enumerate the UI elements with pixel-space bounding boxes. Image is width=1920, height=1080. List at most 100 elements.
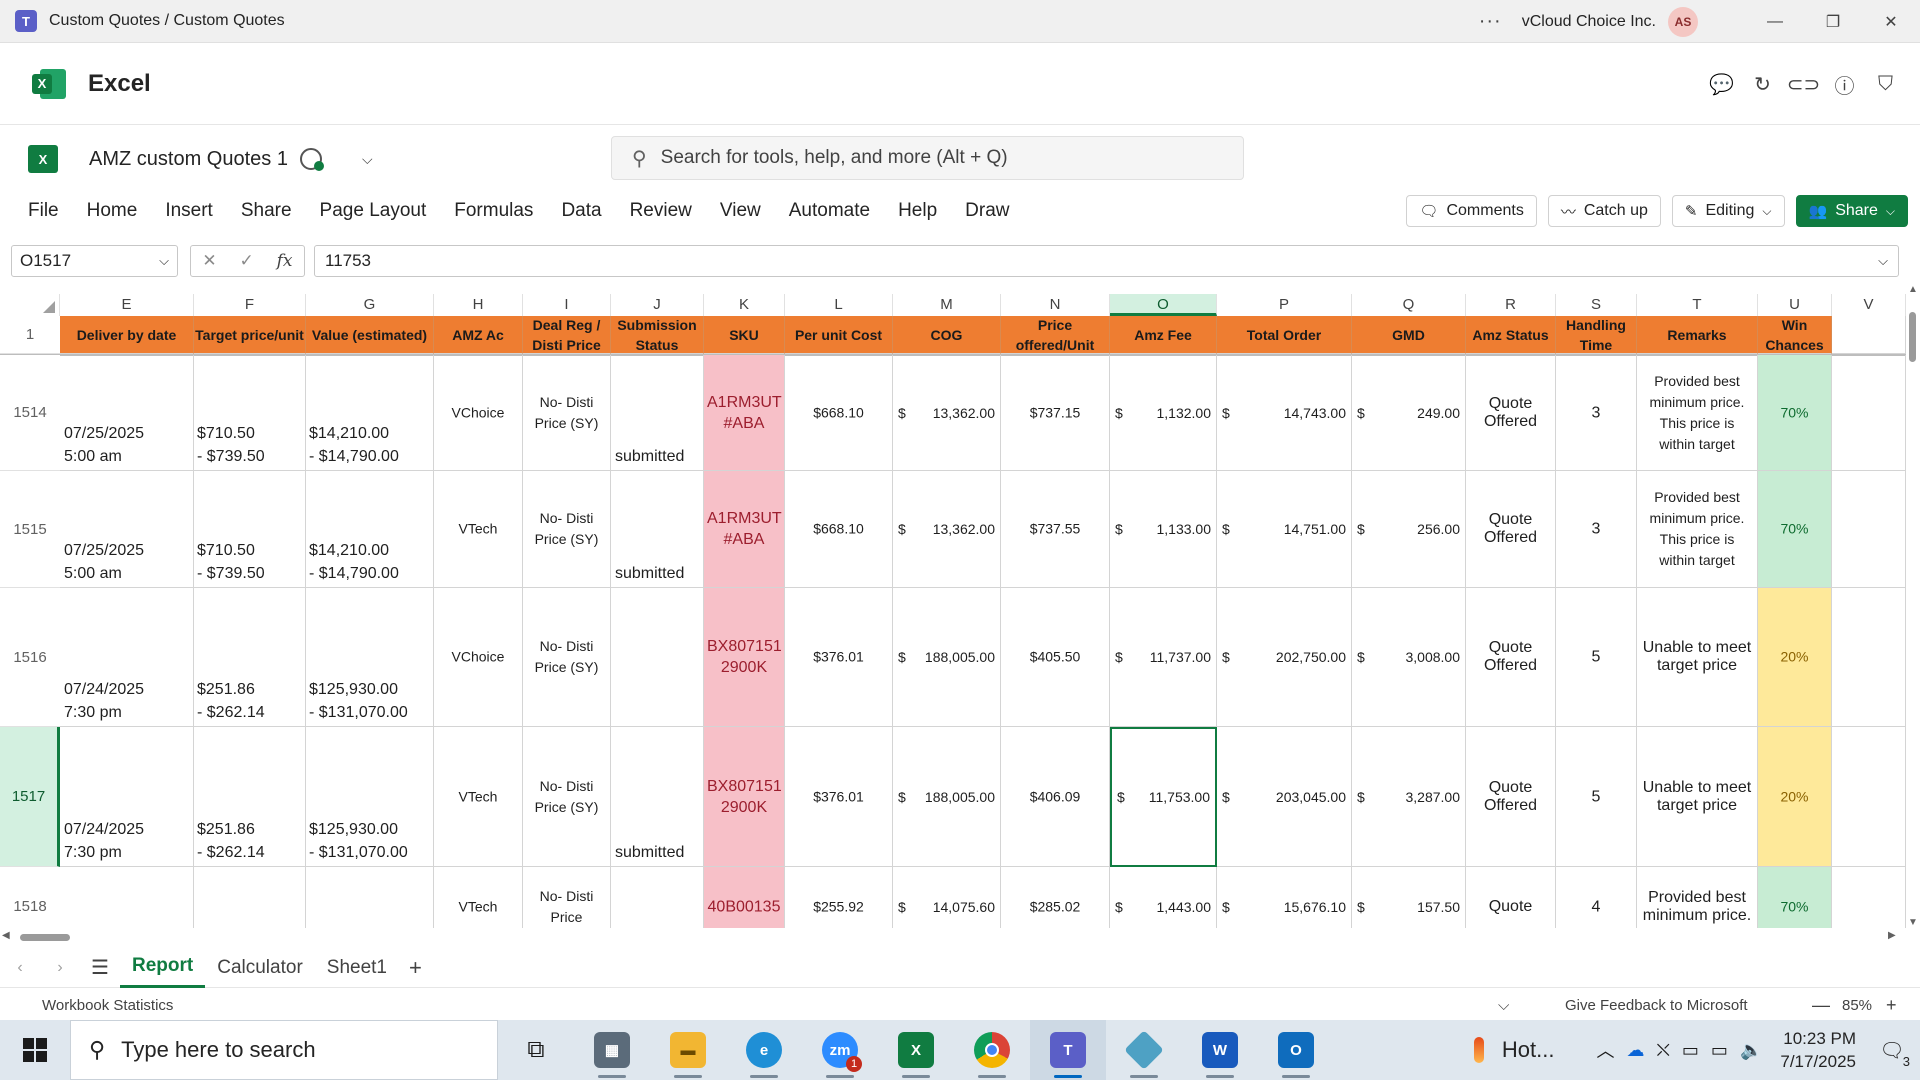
cell-amz-fee[interactable]: $1,132.00 (1110, 355, 1217, 471)
cell-amz-status[interactable]: Quote Offered (1466, 355, 1556, 471)
tab-draw[interactable]: Draw (951, 200, 1023, 222)
catch-up-button[interactable]: 〰 Catch up (1547, 195, 1661, 227)
column-header-f[interactable]: F (194, 294, 306, 316)
tab-review[interactable]: Review (616, 200, 706, 222)
document-name[interactable]: AMZ custom Quotes 1 (89, 148, 288, 171)
column-header-q[interactable]: Q (1352, 294, 1466, 316)
link-icon[interactable]: ⊂⊃ (1783, 72, 1824, 97)
cell-total-order[interactable]: $203,045.00 (1217, 727, 1352, 867)
header-cell[interactable]: GMD (1352, 316, 1466, 354)
cell-submission-status[interactable]: submitted (611, 727, 704, 867)
cell-gmd[interactable]: $157.50 (1352, 867, 1466, 934)
cell-remarks[interactable]: Unable to meet target price (1637, 588, 1758, 727)
cell-submission-status[interactable]: submitted (611, 471, 704, 588)
cell-win-chances[interactable]: 70% (1758, 471, 1832, 588)
network-alert-icon[interactable]: ⛌ (1656, 1040, 1669, 1061)
search-input[interactable] (660, 147, 1201, 169)
name-box[interactable]: O1517 ⌵ (11, 245, 178, 277)
cell-amz-fee[interactable]: $11,753.00 (1110, 727, 1217, 867)
cell-submission-status[interactable] (611, 867, 704, 934)
cell-deal-reg[interactable]: No- Disti Price (SY) (523, 588, 611, 727)
cell-amz-fee[interactable]: $1,133.00 (1110, 471, 1217, 588)
column-header-m[interactable]: M (893, 294, 1001, 316)
cell-per-unit-cost[interactable]: $255.92 (785, 867, 893, 934)
cell-gmd[interactable]: $3,008.00 (1352, 588, 1466, 727)
cell-amz-ac[interactable]: VTech (434, 471, 523, 588)
column-header-v[interactable]: V (1832, 294, 1906, 316)
empty-cell[interactable] (1832, 727, 1906, 867)
header-cell[interactable]: Total Order (1217, 316, 1352, 354)
header-cell[interactable]: Amz Fee (1110, 316, 1217, 354)
column-header-k[interactable]: K (704, 294, 785, 316)
zoom-app-icon[interactable]: zm 1 (802, 1020, 878, 1080)
cell-handling-time[interactable]: 3 (1556, 355, 1637, 471)
cell-submission-status[interactable] (611, 588, 704, 727)
cell-target-price[interactable]: $251.86 - $262.14 (194, 727, 306, 867)
cell-remarks[interactable]: Provided best minimum price. (1637, 867, 1758, 934)
cell-price-offered[interactable]: $405.50 (1001, 588, 1110, 727)
cell-deliver-by-date[interactable]: 07/25/2025 5:00 am (60, 355, 194, 471)
column-header-s[interactable]: S (1556, 294, 1637, 316)
chevron-down-icon[interactable]: ⌵ (1498, 997, 1509, 1014)
minimize-icon[interactable]: — (1746, 0, 1804, 43)
feedback-link[interactable]: Give Feedback to Microsoft (1565, 997, 1748, 1014)
header-cell[interactable]: Remarks (1637, 316, 1758, 354)
refresh-icon[interactable]: ↻ (1742, 72, 1783, 97)
cell-deal-reg[interactable]: No- Disti Price (523, 867, 611, 934)
notification-icon[interactable]: 🗨 3 (1870, 1038, 1914, 1069)
tab-data[interactable]: Data (547, 200, 615, 222)
cell-deliver-by-date[interactable] (60, 867, 194, 934)
header-cell[interactable]: AMZ Ac (434, 316, 523, 354)
zoom-in-icon[interactable]: + (1886, 995, 1897, 1016)
header-cell[interactable]: COG (893, 316, 1001, 354)
header-cell[interactable]: Amz Status (1466, 316, 1556, 354)
weather-widget[interactable]: Hot... (1473, 1037, 1554, 1063)
cell-total-order[interactable]: $14,751.00 (1217, 471, 1352, 588)
row-header[interactable]: 1516 (0, 588, 60, 727)
windows-start-icon[interactable] (0, 1020, 70, 1080)
cell-deliver-by-date[interactable]: 07/24/2025 7:30 pm (60, 588, 194, 727)
cell-amz-ac[interactable]: VTech (434, 727, 523, 867)
expand-formula-icon[interactable]: ⌵ (1878, 253, 1888, 269)
cell-handling-time[interactable]: 3 (1556, 471, 1637, 588)
zoom-out-icon[interactable]: — (1812, 995, 1830, 1016)
tab-file[interactable]: File (0, 200, 73, 222)
cell-per-unit-cost[interactable]: $376.01 (785, 588, 893, 727)
cell-value-estimated[interactable]: $125,930.00 - $131,070.00 (306, 588, 434, 727)
cell-remarks[interactable]: Provided best minimum price. This price … (1637, 471, 1758, 588)
taskbar-search-input[interactable] (121, 1037, 482, 1063)
chat-icon[interactable]: 💬 (1701, 72, 1742, 97)
tab-automate[interactable]: Automate (775, 200, 884, 222)
column-header-o[interactable]: O (1110, 294, 1217, 316)
outlook-app-icon[interactable]: O (1258, 1020, 1334, 1080)
header-cell[interactable]: Submission Status (611, 316, 704, 354)
cell-per-unit-cost[interactable]: $376.01 (785, 727, 893, 867)
column-header-e[interactable]: E (60, 294, 194, 316)
cell-handling-time[interactable]: 5 (1556, 588, 1637, 727)
cell-amz-status[interactable]: Quote (1466, 867, 1556, 934)
cell-cog[interactable]: $188,005.00 (893, 727, 1001, 867)
cell-gmd[interactable]: $256.00 (1352, 471, 1466, 588)
tab-home[interactable]: Home (73, 200, 152, 222)
workbook-statistics[interactable]: Workbook Statistics (42, 997, 173, 1014)
check-icon[interactable]: ✓ (240, 251, 254, 271)
row-header[interactable]: 1517 (0, 727, 60, 867)
edge-browser-icon[interactable]: e (726, 1020, 802, 1080)
battery-icon[interactable]: ▭ (1682, 1040, 1699, 1061)
scroll-right-icon[interactable]: ▶ (1888, 930, 1896, 941)
column-header-j[interactable]: J (611, 294, 704, 316)
column-header-n[interactable]: N (1001, 294, 1110, 316)
scroll-left-icon[interactable]: ◀ (2, 930, 10, 941)
excel-taskbar-icon[interactable]: X (878, 1020, 954, 1080)
cell-win-chances[interactable]: 70% (1758, 355, 1832, 471)
chevron-down-icon[interactable]: ⌵ (362, 151, 373, 168)
column-header-t[interactable]: T (1637, 294, 1758, 316)
cell-win-chances[interactable]: 20% (1758, 588, 1832, 727)
header-cell[interactable]: Deliver by date (60, 316, 194, 354)
header-cell[interactable]: SKU (704, 316, 785, 354)
word-app-icon[interactable]: W (1182, 1020, 1258, 1080)
scroll-down-icon[interactable]: ▼ (1908, 917, 1918, 928)
function-icon[interactable]: fx (277, 251, 293, 271)
column-header-g[interactable]: G (306, 294, 434, 316)
header-cell[interactable]: Target price/unit (194, 316, 306, 354)
